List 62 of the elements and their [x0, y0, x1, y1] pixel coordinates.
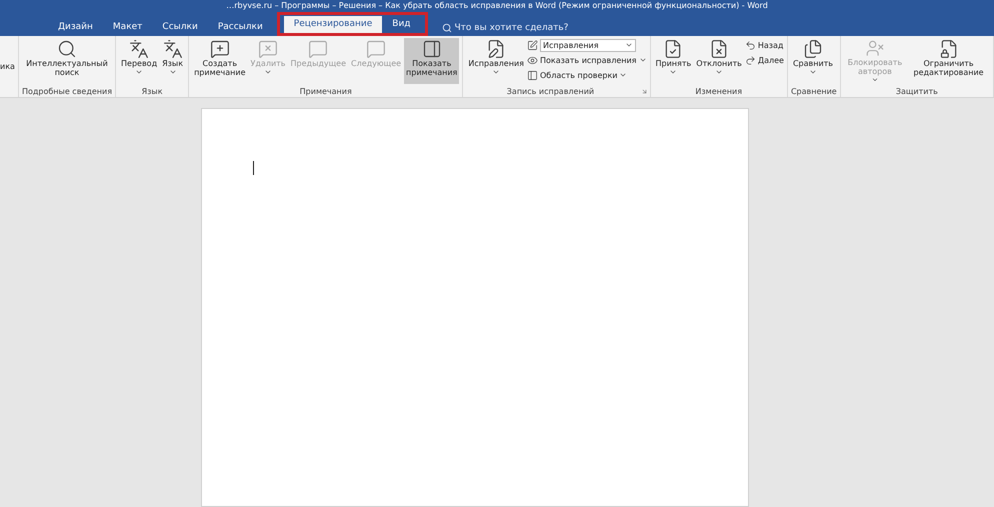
- ribbon-tab[interactable]: Ссылки: [152, 19, 208, 36]
- caret-icon: [168, 68, 177, 76]
- ribbon-small-button[interactable]: Показать исправления: [526, 53, 646, 67]
- translate-icon: [129, 39, 150, 59]
- ribbon-small-button[interactable]: Область проверки: [526, 68, 646, 82]
- ribbon-tab[interactable]: Дизайн: [48, 19, 103, 36]
- caret-icon: [870, 76, 879, 83]
- ribbon-button[interactable]: Отклонить: [694, 38, 744, 84]
- ribbon-button[interactable]: Исправления: [466, 38, 526, 84]
- text-cursor: [253, 161, 254, 175]
- ribbon-button[interactable]: Показать примечания: [404, 38, 460, 84]
- document-lock-icon: [938, 39, 959, 59]
- documents-icon: [802, 39, 823, 59]
- comment-icon: [366, 39, 386, 59]
- ribbon-button[interactable]: Создать примечание: [192, 38, 248, 84]
- window-title: …rbyvse.ru – Программы – Решения – Как убрать область исправления в Word (Режим ограниченной функциональности) - Word: [226, 0, 768, 12]
- group-label: Язык: [142, 86, 163, 97]
- caret-icon: [669, 68, 678, 76]
- redo-arrow-icon: [744, 54, 756, 66]
- caret-icon: [135, 68, 144, 76]
- ribbon-small-button[interactable]: Назад: [744, 38, 784, 52]
- document-check-icon: [663, 39, 684, 59]
- panel-icon: [526, 70, 538, 80]
- ribbon-tab[interactable]: Вид: [382, 16, 421, 33]
- group-label: Защитить: [896, 86, 938, 97]
- caret-icon: [492, 68, 500, 76]
- tell-me-field[interactable]: Что вы хотите сделать?: [454, 22, 568, 32]
- ribbon-tab[interactable]: Рецензирование: [284, 16, 382, 33]
- caret-icon: [619, 71, 628, 79]
- document-x-icon: [709, 39, 730, 59]
- eye-icon: [526, 54, 538, 66]
- markup-dropdown[interactable]: Исправления: [540, 38, 636, 52]
- caret-icon: [715, 68, 724, 76]
- button-label[interactable]: ика: [0, 62, 15, 71]
- user-x-icon: [864, 39, 885, 58]
- group-label: Сравнение: [790, 86, 837, 97]
- comment-icon: [308, 39, 328, 59]
- ribbon-button[interactable]: Язык: [160, 38, 186, 84]
- caret-icon: [808, 68, 817, 76]
- group-label: Запись исправлений: [506, 86, 594, 97]
- pen-square-icon: [526, 40, 538, 50]
- language-icon: [162, 39, 183, 59]
- comment-x-icon: [258, 39, 278, 59]
- ribbon-tab[interactable]: Рассылки: [208, 19, 273, 36]
- panel-icon: [422, 39, 442, 59]
- magnifier-icon: [56, 39, 77, 59]
- comment-plus-icon: [210, 39, 230, 59]
- ribbon-button[interactable]: Сравнить: [790, 38, 836, 84]
- group-label: Изменения: [695, 86, 742, 97]
- caret-icon: [264, 68, 272, 76]
- undo-arrow-icon: [744, 40, 756, 50]
- ribbon-tab[interactable]: Макет: [102, 19, 152, 36]
- group-label: Примечания: [300, 86, 352, 97]
- ribbon-button[interactable]: Интеллектуальный поиск: [22, 38, 112, 84]
- ribbon-button[interactable]: Перевод: [119, 38, 160, 84]
- ribbon-small-button[interactable]: Далее: [744, 53, 784, 67]
- group-label: Подробные сведения: [22, 86, 112, 97]
- ribbon-button[interactable]: Ограничить редактирование: [907, 38, 990, 84]
- ribbon-button[interactable]: Принять: [654, 38, 694, 84]
- document-pen-icon: [486, 39, 506, 59]
- search-icon: [442, 22, 452, 32]
- dialog-launcher-icon[interactable]: [640, 88, 648, 95]
